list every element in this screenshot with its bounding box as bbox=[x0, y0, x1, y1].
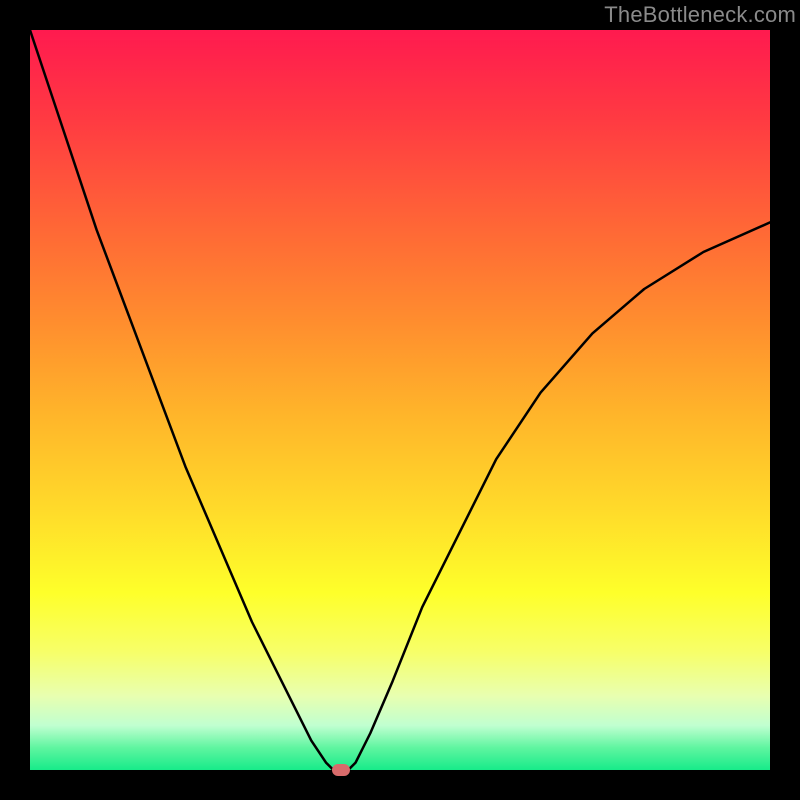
watermark-text: TheBottleneck.com bbox=[604, 2, 796, 28]
minimum-marker bbox=[332, 764, 350, 776]
curve-svg bbox=[30, 30, 770, 770]
plot-area bbox=[30, 30, 770, 770]
bottleneck-curve bbox=[30, 30, 770, 770]
chart-frame: TheBottleneck.com bbox=[0, 0, 800, 800]
